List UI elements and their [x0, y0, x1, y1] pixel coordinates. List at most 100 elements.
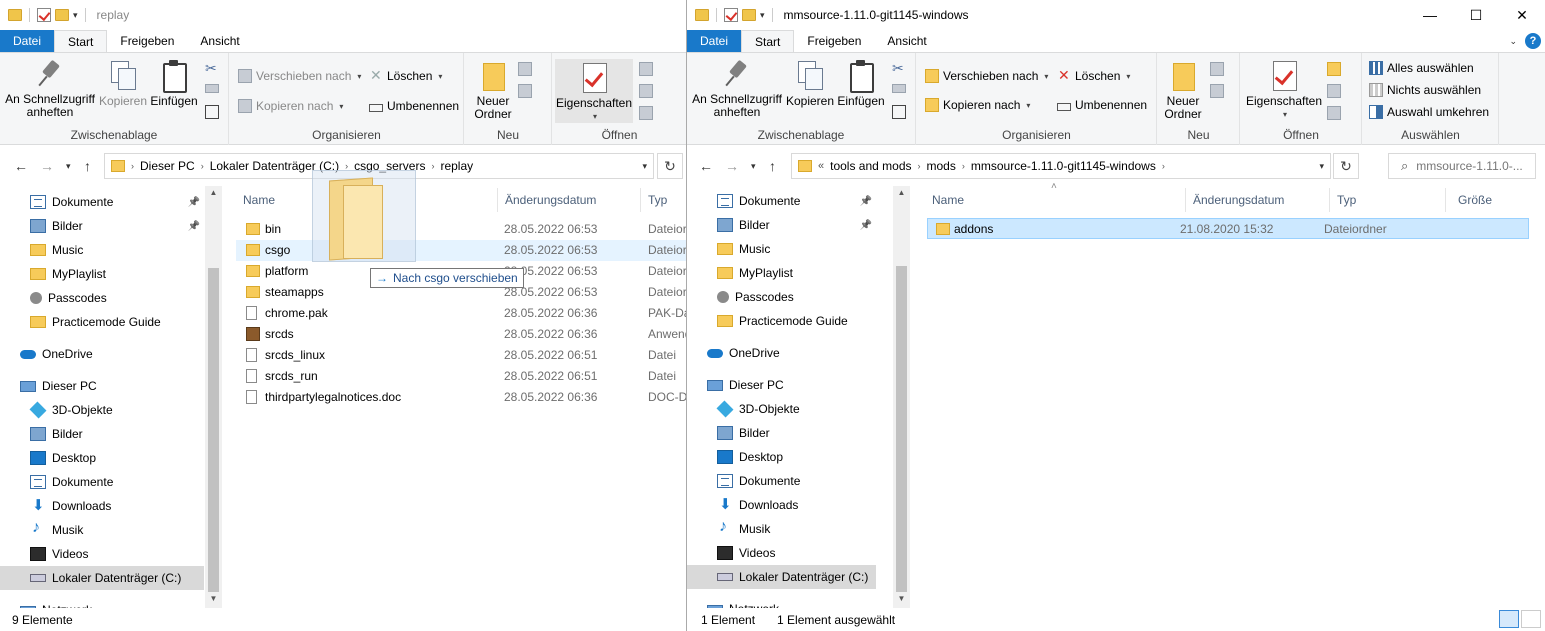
properties-button[interactable]: Eigenschaften ▾: [1245, 59, 1323, 121]
scroll-down-icon[interactable]: ▼: [893, 594, 910, 603]
customize-dropdown-icon[interactable]: ▾: [760, 10, 765, 21]
new-folder-icon[interactable]: [55, 9, 69, 21]
nav-item[interactable]: Passcodes: [687, 285, 876, 309]
properties-button[interactable]: Eigenschaften ▾: [555, 59, 633, 123]
tab-freigeben[interactable]: Freigeben: [107, 30, 187, 52]
paste-button[interactable]: Einfügen: [148, 59, 200, 108]
tab-start[interactable]: Start: [54, 30, 108, 52]
nav-item[interactable]: Dieser PC: [687, 373, 876, 397]
nav-item[interactable]: Practicemode Guide: [687, 309, 876, 333]
pin-quick-access-button[interactable]: An Schnellzugriff anheften: [691, 59, 783, 119]
nav-item[interactable]: Bilder: [687, 421, 876, 445]
easy-access-icon[interactable]: [1210, 84, 1224, 98]
forward-arrow-icon[interactable]: →: [725, 158, 739, 174]
column-separator[interactable]: [497, 188, 498, 212]
column-header-type[interactable]: Typ: [1337, 186, 1356, 214]
cut-icon[interactable]: [892, 60, 906, 77]
scroll-down-icon[interactable]: ▼: [205, 594, 222, 603]
nav-item[interactable]: Musik: [0, 518, 204, 542]
help-icon[interactable]: ?: [1525, 33, 1541, 49]
file-row[interactable]: thirdpartylegalnotices.doc 28.05.2022 06:…: [236, 387, 686, 408]
nav-item[interactable]: OneDrive: [0, 342, 204, 366]
properties-icon[interactable]: [724, 8, 738, 22]
copy-path-icon[interactable]: [205, 84, 219, 93]
nav-item[interactable]: Dokumente: [687, 469, 876, 493]
nav-item[interactable]: Netzwerk: [0, 598, 204, 608]
move-to-button[interactable]: Verschieben nach ▾: [238, 69, 361, 83]
edit-icon[interactable]: [1327, 84, 1341, 98]
scrollbar-thumb[interactable]: [208, 268, 219, 592]
file-row[interactable]: srcds_run 28.05.2022 06:51 Datei: [236, 366, 686, 387]
nav-item[interactable]: Dokumente 📌: [687, 189, 876, 213]
new-folder-button[interactable]: Neuer Ordner: [1162, 59, 1204, 121]
scroll-up-icon[interactable]: ▲: [205, 188, 222, 197]
chevron-down-icon[interactable]: ▾: [1319, 161, 1324, 172]
column-separator[interactable]: [1445, 188, 1446, 212]
file-row[interactable]: srcds_linux 28.05.2022 06:51 Datei: [236, 345, 686, 366]
file-row[interactable]: csgo28.05.2022 06:53Dateiordner: [236, 240, 686, 261]
column-header-type[interactable]: Typ: [648, 186, 667, 214]
navigation-scrollbar[interactable]: ▲ ▼: [205, 186, 222, 608]
nav-item[interactable]: Bilder: [0, 422, 204, 446]
nav-item[interactable]: Practicemode Guide: [0, 310, 204, 334]
open-icon[interactable]: [639, 62, 653, 76]
column-header-name[interactable]: Name: [243, 186, 275, 214]
nav-item[interactable]: Desktop: [687, 445, 876, 469]
history-icon[interactable]: [639, 106, 653, 120]
nav-item[interactable]: 3D-Objekte: [687, 397, 876, 421]
new-item-icon[interactable]: [518, 62, 532, 76]
close-icon[interactable]: ✕: [1499, 0, 1545, 30]
open-icon[interactable]: [1327, 62, 1341, 76]
paste-shortcut-icon[interactable]: [205, 105, 219, 119]
breadcrumb-item[interactable]: mods: [921, 159, 962, 173]
new-item-icon[interactable]: [1210, 62, 1224, 76]
history-icon[interactable]: [1327, 106, 1341, 120]
properties-icon[interactable]: [37, 8, 51, 22]
back-arrow-icon[interactable]: ←: [14, 158, 28, 174]
up-arrow-icon[interactable]: ↑: [769, 158, 776, 174]
breadcrumb-separator[interactable]: ›: [1162, 161, 1165, 171]
maximize-icon[interactable]: ☐: [1453, 0, 1499, 30]
delete-button[interactable]: Löschen▾: [1057, 67, 1130, 84]
nav-item[interactable]: Dokumente 📌: [0, 190, 204, 214]
tab-ansicht[interactable]: Ansicht: [874, 30, 939, 52]
file-row[interactable]: srcds 28.05.2022 06:36 Anwendung: [236, 324, 686, 345]
tab-datei[interactable]: Datei: [687, 30, 742, 52]
delete-button[interactable]: Löschen▾: [369, 67, 442, 84]
recent-locations-icon[interactable]: ▾: [66, 161, 71, 172]
pin-quick-access-button[interactable]: An Schnellzugriff anheften: [4, 59, 96, 119]
breadcrumb-item[interactable]: Dieser PC: [134, 159, 201, 173]
file-row[interactable]: chrome.pak 28.05.2022 06:36 PAK-Datei: [236, 303, 686, 324]
nav-item[interactable]: Downloads: [0, 494, 204, 518]
edit-icon[interactable]: [639, 84, 653, 98]
refresh-button[interactable]: ↻: [1333, 153, 1359, 179]
forward-arrow-icon[interactable]: →: [40, 158, 54, 174]
copy-path-icon[interactable]: [892, 84, 906, 93]
breadcrumb-item[interactable]: replay: [434, 159, 479, 173]
column-header-size[interactable]: Größe: [1458, 186, 1492, 214]
copy-button[interactable]: Kopieren: [98, 59, 148, 108]
move-to-button[interactable]: Verschieben nach ▾: [925, 69, 1048, 83]
nav-item[interactable]: Dieser PC: [0, 374, 204, 398]
column-separator[interactable]: [1329, 188, 1330, 212]
tab-freigeben[interactable]: Freigeben: [794, 30, 874, 52]
nav-item[interactable]: Musik: [687, 517, 876, 541]
file-row[interactable]: addons 21.08.2020 15:32 Dateiordner: [927, 218, 1529, 239]
nav-item[interactable]: Bilder 📌: [0, 214, 204, 238]
scroll-up-icon[interactable]: ▲: [893, 188, 910, 197]
column-separator[interactable]: [640, 188, 641, 212]
select-all-button[interactable]: Alles auswählen: [1369, 61, 1474, 75]
customize-dropdown-icon[interactable]: ▾: [73, 10, 78, 21]
paste-shortcut-icon[interactable]: [892, 105, 906, 119]
back-arrow-icon[interactable]: ←: [699, 158, 713, 174]
details-view-icon[interactable]: [1499, 610, 1519, 628]
column-header-name[interactable]: Name: [932, 186, 964, 214]
nav-item[interactable]: OneDrive: [687, 341, 876, 365]
rename-button[interactable]: Umbenennen: [369, 99, 459, 113]
breadcrumb-item[interactable]: tools and mods: [824, 159, 917, 173]
new-folder-icon[interactable]: [742, 9, 756, 21]
nav-item[interactable]: Passcodes: [0, 286, 204, 310]
navigation-scrollbar[interactable]: ▲ ▼: [893, 186, 910, 608]
nav-item[interactable]: Videos: [0, 542, 204, 566]
tab-ansicht[interactable]: Ansicht: [187, 30, 252, 52]
